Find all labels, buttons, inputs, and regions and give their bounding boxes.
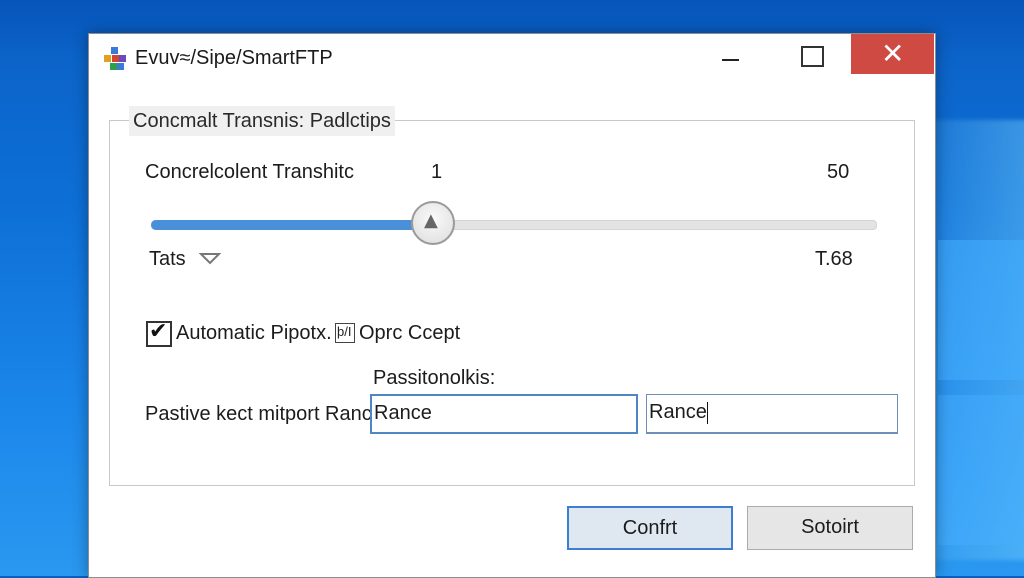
desktop-logo-pane-upper xyxy=(938,240,1024,380)
slider-max-value: 50 xyxy=(827,161,850,183)
limits-value: T.68 xyxy=(815,248,853,270)
automatic-checkbox-label[interactable]: Automatic Pipotx. xyxy=(176,322,332,345)
concurrent-transfers-slider-thumb[interactable]: ▲ xyxy=(411,201,455,245)
settings-dialog: Evuv≈/Sipe/SmartFTP ✕ Concmalt Transnis:… xyxy=(88,33,936,578)
option-checkbox-label[interactable]: Oprc Ccept xyxy=(359,322,460,345)
smartftp-app-icon xyxy=(104,47,126,70)
concurrent-transfers-slider-fill xyxy=(151,220,433,230)
maximize-button[interactable] xyxy=(784,34,844,74)
close-icon: ✕ xyxy=(881,37,905,70)
minimize-button[interactable] xyxy=(701,34,761,74)
window-title: Evuv≈/Sipe/SmartFTP xyxy=(135,47,333,69)
text-caret xyxy=(706,401,708,424)
port-range-end-input[interactable]: Rance xyxy=(646,394,898,434)
group-legend: Concmalt Transnis: Padlctips xyxy=(129,106,395,136)
option-checkbox[interactable]: þ/I xyxy=(335,323,355,343)
up-arrow-icon: ▲ xyxy=(424,210,438,231)
desktop-logo-pane-lower xyxy=(938,395,1024,545)
passive-port-range-label: Pastive kect mitport Rance: xyxy=(145,403,389,425)
chevron-down-icon[interactable] xyxy=(199,252,221,266)
port-range-start-input[interactable]: Rance xyxy=(370,394,638,434)
secondary-button[interactable]: Sotoirt xyxy=(747,506,913,550)
concurrent-transfers-label: Concrelcolent Transhitc xyxy=(145,161,354,183)
passive-section-header: Passitonolkis: xyxy=(373,367,496,389)
port-range-start-value: Rance xyxy=(374,402,432,424)
title-bar[interactable]: Evuv≈/Sipe/SmartFTP ✕ xyxy=(89,34,935,84)
limits-label: Tats xyxy=(149,248,186,270)
port-range-end-value: Rance xyxy=(649,401,707,423)
maximize-icon xyxy=(801,46,824,67)
confirm-button[interactable]: Confrt xyxy=(567,506,733,550)
automatic-checkbox[interactable]: ✔ xyxy=(146,319,172,347)
minimize-icon xyxy=(722,59,739,61)
checkmark-icon: ✔ xyxy=(149,319,168,344)
close-button[interactable]: ✕ xyxy=(851,34,934,74)
option-checkbox-glyph: þ/I xyxy=(337,324,352,339)
slider-min-value: 1 xyxy=(431,161,443,183)
